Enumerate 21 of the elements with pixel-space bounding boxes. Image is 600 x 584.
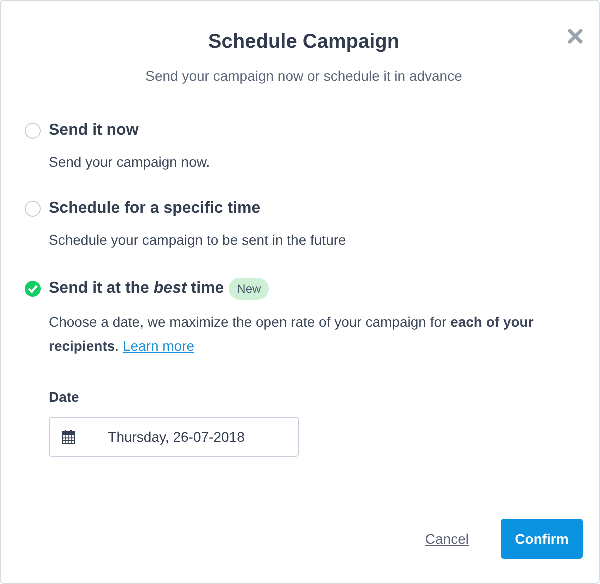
dialog-title: Schedule Campaign — [207, 31, 401, 54]
confirm-button[interactable]: Confirm — [501, 519, 583, 559]
option-description: Choose a date, we maximize the open rate of your campaign for each of your recipients. Learn more — [49, 313, 535, 356]
checkmark-icon — [28, 285, 38, 293]
option-label: Schedule for a specific time — [49, 200, 261, 218]
option-label: Send it at the best time — [49, 280, 224, 298]
close-button[interactable] — [568, 29, 583, 44]
learn-more-link[interactable]: Learn more — [122, 338, 195, 354]
date-field[interactable]: Thursday, 26-07-2018 — [49, 417, 299, 457]
radio-button[interactable] — [25, 281, 41, 297]
date-value: Thursday, 26-07-2018 — [107, 429, 246, 445]
option-description: Send your campaign now. — [49, 153, 212, 172]
option-description: Schedule your campaign to be sent in the future — [49, 231, 348, 250]
option-label: Send it now — [49, 122, 139, 140]
radio-button[interactable] — [25, 201, 41, 217]
date-label: Date — [49, 389, 80, 405]
dialog-subtitle: Send your campaign now or schedule it in advance — [144, 68, 464, 84]
cancel-link[interactable]: Cancel — [425, 531, 469, 547]
radio-button[interactable] — [25, 123, 41, 139]
calendar-icon — [62, 430, 75, 444]
new-badge: New — [229, 278, 270, 300]
